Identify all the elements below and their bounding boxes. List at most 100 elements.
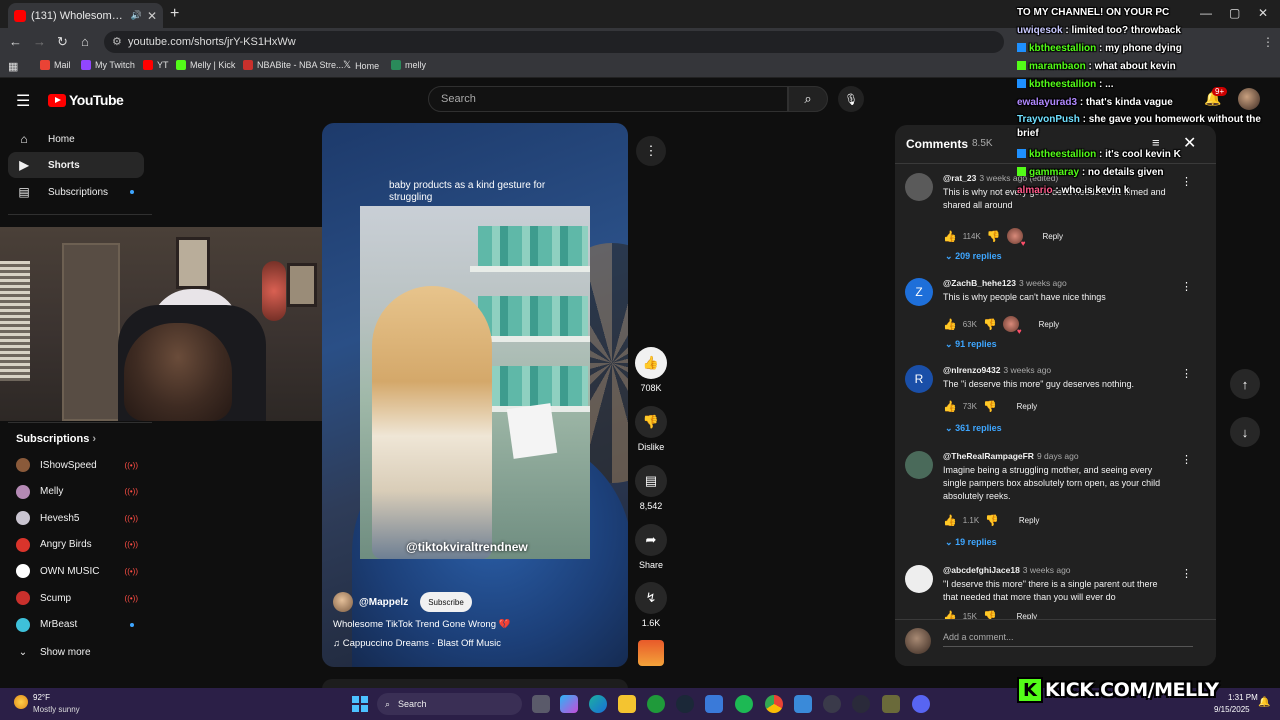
taskview-icon[interactable]: [532, 695, 550, 713]
channel-name[interactable]: @Mappelz: [359, 597, 408, 608]
bookmark-mail[interactable]: Mail: [40, 60, 71, 70]
commenter-avatar[interactable]: [905, 173, 933, 201]
youtube-logo[interactable]: YouTube: [48, 92, 124, 108]
short-title[interactable]: Wholesome TikTok Trend Gone Wrong 💔: [333, 619, 510, 630]
back-icon[interactable]: ←: [9, 34, 22, 49]
subscription-item[interactable]: Scump ((•)): [16, 587, 146, 609]
speaker-icon[interactable]: 🔊: [131, 10, 142, 21]
subscriptions-heading[interactable]: Subscriptions ›: [16, 433, 96, 445]
bookmark-nbabite[interactable]: NBABite - NBA Stre...: [243, 60, 344, 70]
comment-menu-icon[interactable]: ⋮: [1181, 567, 1192, 580]
chrome-icon[interactable]: [765, 695, 783, 713]
channel-avatar[interactable]: [333, 592, 353, 612]
like-icon[interactable]: 👍: [943, 514, 957, 527]
dislike-icon[interactable]: 👎: [983, 400, 997, 413]
weather-desc[interactable]: Mostly sunny: [33, 705, 80, 714]
bookmark-x-home[interactable]: 𝕏 Home: [343, 60, 379, 71]
forward-icon[interactable]: →: [33, 34, 46, 49]
home-browser-icon[interactable]: ⌂: [81, 34, 89, 49]
search-button[interactable]: ⌕: [788, 86, 828, 112]
remix-icon[interactable]: ↯: [635, 582, 667, 614]
comment-icon[interactable]: ▤: [635, 465, 667, 497]
subscription-item[interactable]: Angry Birds ((•)): [16, 534, 146, 556]
sidebar-item-subscriptions[interactable]: ▤ Subscriptions: [8, 179, 144, 205]
address-bar[interactable]: ⚙ youtube.com/shorts/jrY-KS1HxWw: [104, 31, 1004, 53]
bookmark-melly[interactable]: melly: [391, 60, 426, 70]
like-icon[interactable]: 👍: [943, 400, 957, 413]
sidebar-item-shorts[interactable]: ▶ Shorts: [8, 152, 144, 178]
app-icon[interactable]: [852, 695, 870, 713]
store-icon[interactable]: [705, 695, 723, 713]
share-icon[interactable]: ➦: [635, 524, 667, 556]
view-replies-button[interactable]: ⌄ 361 replies: [945, 423, 1002, 434]
reply-button[interactable]: Reply: [1039, 320, 1059, 329]
browser-tab[interactable]: (131) Wholesome TikTok Tr 🔊 ✕: [8, 3, 163, 28]
comments-action[interactable]: ▤ 8,542: [626, 465, 676, 511]
remix-action[interactable]: ↯ 1.6K: [626, 582, 676, 628]
dislike-icon[interactable]: 👎: [985, 514, 999, 527]
photos-icon[interactable]: [794, 695, 812, 713]
app-icon[interactable]: [882, 695, 900, 713]
view-replies-button[interactable]: ⌄ 91 replies: [945, 339, 997, 350]
commenter-avatar[interactable]: R: [905, 365, 933, 393]
notification-bell-icon[interactable]: 🔔: [1258, 697, 1270, 708]
reply-button[interactable]: Reply: [1019, 516, 1039, 525]
like-icon[interactable]: 👍: [943, 318, 957, 331]
bookmark-yt[interactable]: YT: [143, 60, 169, 70]
search-input[interactable]: Search: [428, 86, 788, 112]
like-action[interactable]: 👍 708K: [626, 347, 676, 393]
comment-menu-icon[interactable]: ⋮: [1181, 453, 1192, 466]
dislike-action[interactable]: 👎 Dislike: [626, 406, 676, 452]
steam-icon[interactable]: [676, 695, 694, 713]
apps-grid-icon[interactable]: ▦: [8, 60, 18, 73]
comment-author[interactable]: @TheRealRampageFR 9 days ago: [943, 451, 1079, 461]
commenter-avatar[interactable]: Z: [905, 278, 933, 306]
comment-menu-icon[interactable]: ⋮: [1181, 280, 1192, 293]
subscription-item[interactable]: MrBeast: [16, 614, 146, 636]
commenter-avatar[interactable]: [905, 565, 933, 593]
close-tab-icon[interactable]: ✕: [147, 9, 157, 23]
add-comment-input[interactable]: Add a comment...: [943, 632, 1193, 647]
bookmark-kick[interactable]: Melly | Kick: [176, 60, 235, 70]
next-short-button[interactable]: ↓: [1230, 417, 1260, 447]
taskbar-search[interactable]: ⌕ Search: [377, 693, 522, 715]
more-options-icon[interactable]: ⋮: [636, 136, 666, 166]
start-windows-icon[interactable]: [352, 696, 368, 712]
show-more-button[interactable]: ⌄ Show more: [16, 641, 146, 663]
voice-search-icon[interactable]: 🎙: [838, 86, 864, 112]
hamburger-menu-icon[interactable]: ☰: [16, 91, 30, 111]
comment-author[interactable]: @nlrenzo9432 3 weeks ago: [943, 365, 1051, 375]
xbox-icon[interactable]: [647, 695, 665, 713]
reload-icon[interactable]: ↻: [57, 34, 68, 50]
dislike-icon[interactable]: 👎: [987, 230, 1001, 243]
subscription-item[interactable]: Hevesh5 ((•)): [16, 507, 146, 529]
share-action[interactable]: ➦ Share: [626, 524, 676, 570]
subscription-item[interactable]: Melly ((•)): [16, 481, 146, 503]
commenter-avatar[interactable]: [905, 451, 933, 479]
short-music[interactable]: ♫ Cappuccino Dreams · Blast Off Music: [333, 638, 501, 649]
view-replies-button[interactable]: ⌄ 209 replies: [945, 251, 1002, 262]
weather-sun-icon[interactable]: [14, 695, 28, 709]
bookmark-twitch[interactable]: My Twitch: [81, 60, 135, 70]
edge-icon[interactable]: [589, 695, 607, 713]
subscribe-button[interactable]: Subscribe: [420, 592, 472, 612]
like-icon[interactable]: 👍: [943, 230, 957, 243]
reply-button[interactable]: Reply: [1043, 232, 1063, 241]
sound-thumbnail[interactable]: [638, 640, 664, 666]
sidebar-item-home[interactable]: ⌂ Home: [8, 126, 144, 152]
view-replies-button[interactable]: ⌄ 19 replies: [945, 537, 997, 548]
clock-date[interactable]: 9/15/2025: [1214, 705, 1250, 714]
thumbs-down-icon[interactable]: 👎: [635, 406, 667, 438]
new-tab-icon[interactable]: +: [170, 5, 179, 23]
dislike-icon[interactable]: 👎: [983, 318, 997, 331]
file-explorer-icon[interactable]: [618, 695, 636, 713]
copilot-icon[interactable]: [560, 695, 578, 713]
previous-short-button[interactable]: ↑: [1230, 369, 1260, 399]
weather-temp[interactable]: 92°F: [33, 693, 50, 702]
media-player-icon[interactable]: [823, 695, 841, 713]
subscription-item[interactable]: IShowSpeed ((•)): [16, 454, 146, 476]
site-info-icon[interactable]: ⚙: [112, 35, 122, 48]
subscription-item[interactable]: OWN MUSIC ((•)): [16, 560, 146, 582]
discord-icon[interactable]: [912, 695, 930, 713]
comment-author[interactable]: @abcdefghiJace18 3 weeks ago: [943, 565, 1071, 575]
